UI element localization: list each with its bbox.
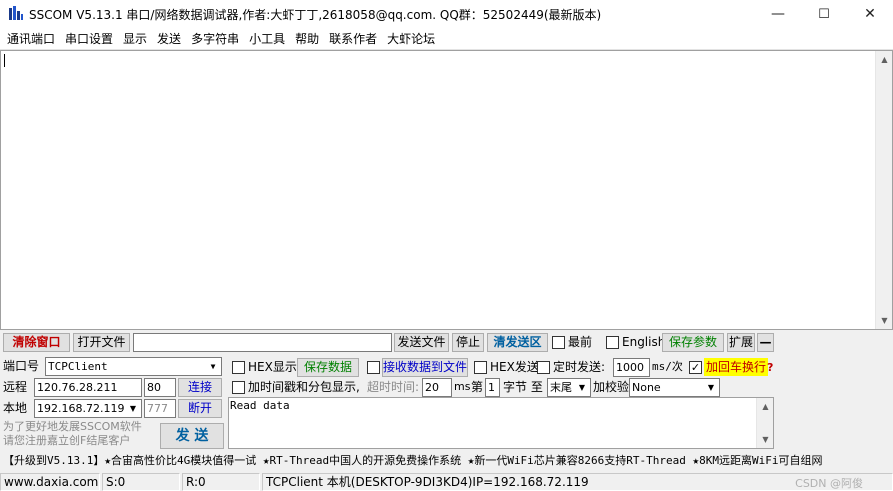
menu-bar: 通讯端口 串口设置 显示 发送 多字符串 小工具 帮助 联系作者 大虾论坛 xyxy=(0,28,893,50)
port-value: TCPClient xyxy=(48,360,108,373)
collapse-button[interactable]: — xyxy=(757,333,774,352)
hex-display-label: HEX显示 xyxy=(248,360,297,374)
help-question-icon[interactable]: ? xyxy=(767,362,773,374)
scroll-down-icon[interactable]: ▼ xyxy=(757,431,774,448)
recv-to-file-button[interactable]: 接收数据到文件 xyxy=(382,358,468,377)
byte-index-input[interactable]: 1 xyxy=(485,378,500,397)
topmost-label: 最前 xyxy=(568,335,593,349)
byte-end-value: 末尾 xyxy=(550,381,572,394)
checksum-select[interactable]: None ▼ xyxy=(629,378,720,397)
menu-multi-string[interactable]: 多字符串 xyxy=(186,29,244,49)
promo-line-1[interactable]: 为了更好地发展SSCOM软件 xyxy=(3,420,142,434)
open-file-button[interactable]: 打开文件 xyxy=(73,333,130,352)
title-bar[interactable]: SSCOM V5.13.1 串口/网络数据调试器,作者:大虾丁丁,2618058… xyxy=(0,0,893,28)
close-button[interactable]: ✕ xyxy=(847,0,893,28)
remote-port-input[interactable]: 80 xyxy=(144,378,176,397)
send-text-content: Read data xyxy=(230,399,290,412)
text-caret xyxy=(4,54,5,67)
scroll-down-icon[interactable]: ▼ xyxy=(876,312,893,329)
add-crlf-label[interactable]: 加回车换行 xyxy=(704,358,769,376)
status-website[interactable]: www.daxia.com xyxy=(0,473,100,491)
send-file-button[interactable]: 发送文件 xyxy=(394,333,449,352)
menu-help[interactable]: 帮助 xyxy=(290,29,324,49)
local-label: 本地 xyxy=(3,401,28,415)
byte-to-label: 字节 至 xyxy=(503,380,543,394)
byte-prefix-label: 第 xyxy=(471,380,484,394)
window-title: SSCOM V5.13.1 串口/网络数据调试器,作者:大虾丁丁,2618058… xyxy=(29,8,602,22)
scroll-up-icon[interactable]: ▲ xyxy=(876,51,893,68)
clear-send-button[interactable]: 清发送区 xyxy=(487,333,548,352)
chevron-down-icon: ▼ xyxy=(210,362,216,371)
interval-input[interactable]: 1000 xyxy=(613,358,650,377)
hex-display-checkbox[interactable] xyxy=(232,361,245,374)
send-scrollbar[interactable]: ▲ ▼ xyxy=(756,398,773,448)
status-bar: www.daxia.com S:0 R:0 TCPClient 本机(DESKT… xyxy=(0,473,893,491)
chevron-down-icon: ▼ xyxy=(578,383,586,392)
interval-unit: ms/次 xyxy=(652,360,683,373)
promo-line-2[interactable]: 请您注册嘉立创F结尾客户 xyxy=(3,434,130,448)
menu-forum[interactable]: 大虾论坛 xyxy=(382,29,440,49)
english-checkbox[interactable] xyxy=(606,336,619,349)
remote-label: 远程 xyxy=(3,380,28,394)
expand-button[interactable]: 扩展 xyxy=(727,333,755,352)
timed-send-label: 定时发送: xyxy=(553,360,606,374)
menu-tools[interactable]: 小工具 xyxy=(244,29,290,49)
status-received-count: R:0 xyxy=(182,473,260,491)
port-select[interactable]: TCPClient ▼ xyxy=(45,357,222,376)
local-ip-select[interactable]: 192.168.72.119 ▼ xyxy=(34,399,142,418)
timestamp-label: 加时间戳和分包显示, xyxy=(248,380,360,394)
timed-send-checkbox[interactable] xyxy=(537,361,550,374)
connect-button[interactable]: 连接 xyxy=(178,378,222,397)
checksum-value: None xyxy=(632,381,661,394)
add-crlf-checkbox[interactable]: ✓ xyxy=(689,361,702,374)
port-label: 端口号 xyxy=(3,359,40,373)
promo-ticker[interactable]: 【升级到V5.13.1】★合宙高性价比4G模块值得一试 ★RT-Thread中国… xyxy=(0,452,893,472)
timestamp-checkbox[interactable] xyxy=(232,381,245,394)
topmost-checkbox[interactable] xyxy=(552,336,565,349)
clear-window-button[interactable]: 清除窗口 xyxy=(3,333,70,352)
receive-textarea[interactable]: ▲ ▼ xyxy=(0,50,893,330)
send-button[interactable]: 发 送 xyxy=(160,423,224,449)
checksum-label: 加校验 xyxy=(593,380,630,394)
timeout-unit: ms xyxy=(454,380,471,393)
english-label: English xyxy=(622,335,666,349)
chevron-down-icon: ▼ xyxy=(707,383,715,392)
save-params-button[interactable]: 保存参数 xyxy=(662,333,724,352)
hex-send-label: HEX发送 xyxy=(490,360,539,374)
local-ip-value: 192.168.72.119 xyxy=(37,402,125,415)
remote-ip-input[interactable]: 120.76.28.211 xyxy=(34,378,142,397)
menu-comm-port[interactable]: 通讯端口 xyxy=(2,29,60,49)
scroll-up-icon[interactable]: ▲ xyxy=(757,398,774,415)
send-textarea[interactable]: Read data ▲ ▼ xyxy=(228,397,774,449)
status-sent-count: S:0 xyxy=(102,473,180,491)
minimize-button[interactable]: — xyxy=(755,0,801,28)
file-path-input[interactable] xyxy=(133,333,392,352)
save-data-button[interactable]: 保存数据 xyxy=(297,358,359,377)
maximize-button[interactable]: ☐ xyxy=(801,0,847,28)
stop-button[interactable]: 停止 xyxy=(452,333,484,352)
receive-scrollbar[interactable]: ▲ ▼ xyxy=(875,51,892,329)
disconnect-button[interactable]: 断开 xyxy=(178,399,222,418)
watermark: CSDN @阿俊 xyxy=(795,477,863,490)
local-port-input[interactable]: 777 xyxy=(144,399,176,418)
timeout-label: 超时时间: xyxy=(367,380,420,394)
menu-serial-settings[interactable]: 串口设置 xyxy=(60,29,118,49)
menu-display[interactable]: 显示 xyxy=(118,29,152,49)
timeout-input[interactable]: 20 xyxy=(422,378,452,397)
toolbar: 清除窗口 打开文件 发送文件 停止 清发送区 最前 English 保存参数 扩… xyxy=(0,333,893,353)
sscom-app-icon xyxy=(9,6,23,20)
hex-send-checkbox[interactable] xyxy=(474,361,487,374)
chevron-down-icon: ▼ xyxy=(129,404,137,413)
recv-to-file-checkbox[interactable] xyxy=(367,361,380,374)
menu-contact-author[interactable]: 联系作者 xyxy=(324,29,382,49)
menu-send[interactable]: 发送 xyxy=(152,29,186,49)
byte-end-select[interactable]: 末尾 ▼ xyxy=(547,378,591,397)
